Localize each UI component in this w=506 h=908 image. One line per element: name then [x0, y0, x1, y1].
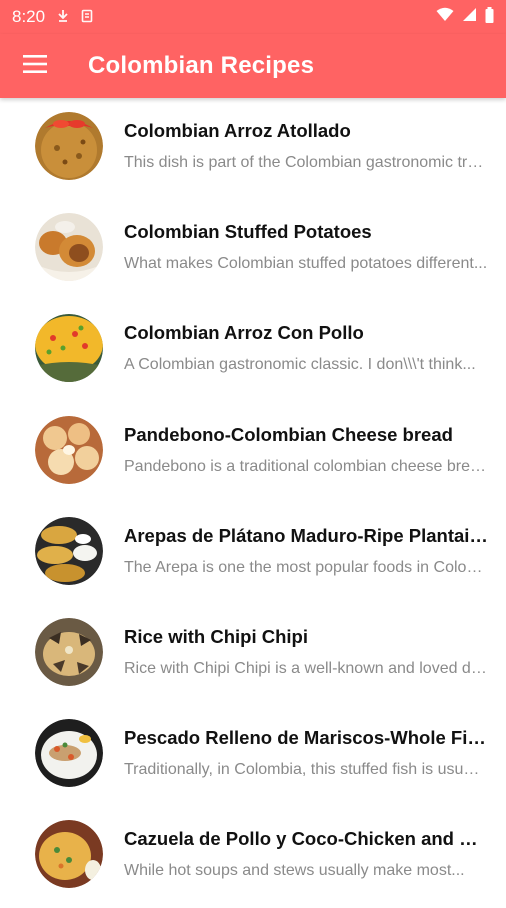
stuffed-fish-thumbnail	[35, 719, 103, 788]
recipe-description: While hot soups and stews usually make m…	[124, 862, 465, 880]
recipe-description: Pandebono is a traditional colombian che…	[124, 457, 488, 475]
download-status-icon	[57, 9, 69, 26]
chicken-stew-thumbnail	[35, 820, 103, 889]
recipe-title: Colombian Arroz Atollado	[124, 120, 351, 141]
wifi-icon	[436, 7, 454, 27]
arepas-thumbnail	[35, 516, 103, 585]
recipe-item[interactable]: Colombian Arroz Atollado This dish is pa…	[0, 98, 506, 199]
recipe-title: Pandebono-Colombian Cheese bread	[124, 423, 453, 445]
recipe-description: Traditionally, in Colombia, this stuffed…	[124, 761, 488, 779]
recipe-title: Arepas de Plátano Maduro-Ripe Plantain A…	[124, 524, 488, 546]
signal-icon	[462, 7, 477, 27]
recipe-description: The Arepa is one the most popular foods …	[124, 558, 488, 576]
app-title: Colombian Recipes	[88, 52, 315, 79]
battery-icon	[485, 6, 494, 28]
recipe-item[interactable]: Pandebono-Colombian Cheese bread Pandebo…	[0, 402, 506, 503]
hamburger-menu-icon	[23, 54, 47, 78]
recipe-item[interactable]: Pescado Relleno de Mariscos-Whole Fish S…	[0, 705, 506, 806]
recipe-description: This dish is part of the Colombian gastr…	[124, 154, 488, 171]
recipe-title: Rice with Chipi Chipi	[124, 625, 308, 647]
recipe-title: Colombian Stuffed Potatoes	[124, 221, 372, 243]
recipe-item[interactable]: Colombian Arroz Con Pollo A Colombian ga…	[0, 300, 506, 401]
menu-button[interactable]	[0, 34, 70, 98]
stuffed-potatoes-thumbnail	[35, 213, 103, 282]
recipe-item[interactable]: Cazuela de Pollo y Coco-Chicken and Coco…	[0, 806, 506, 907]
status-bar: 8:20	[0, 0, 506, 34]
recipe-title: Cazuela de Pollo y Coco-Chicken and Coco…	[124, 828, 488, 850]
chipi-chipi-thumbnail	[35, 617, 103, 686]
recipe-item[interactable]: Arepas de Plátano Maduro-Ripe Plantain A…	[0, 503, 506, 604]
rice-dish-thumbnail	[35, 112, 103, 180]
storage-status-icon	[81, 9, 93, 26]
recipe-list: Colombian Arroz Atollado This dish is pa…	[0, 98, 506, 908]
recipe-item[interactable]: Rice with Chipi Chipi Rice with Chipi Ch…	[0, 604, 506, 705]
status-time: 8:20	[12, 7, 46, 26]
recipe-title: Colombian Arroz Con Pollo	[124, 322, 364, 344]
recipe-title: Pescado Relleno de Mariscos-Whole Fish S…	[124, 727, 488, 749]
recipe-description: Rice with Chipi Chipi is a well-known an…	[124, 659, 488, 677]
chicken-rice-thumbnail	[35, 314, 103, 383]
cheese-bread-thumbnail	[35, 415, 103, 484]
recipe-description: What makes Colombian stuffed potatoes di…	[124, 255, 488, 273]
recipe-description: A Colombian gastronomic classic. I don\\…	[124, 356, 476, 374]
app-bar: Colombian Recipes	[0, 34, 506, 98]
recipe-item[interactable]: Colombian Stuffed Potatoes What makes Co…	[0, 199, 506, 300]
